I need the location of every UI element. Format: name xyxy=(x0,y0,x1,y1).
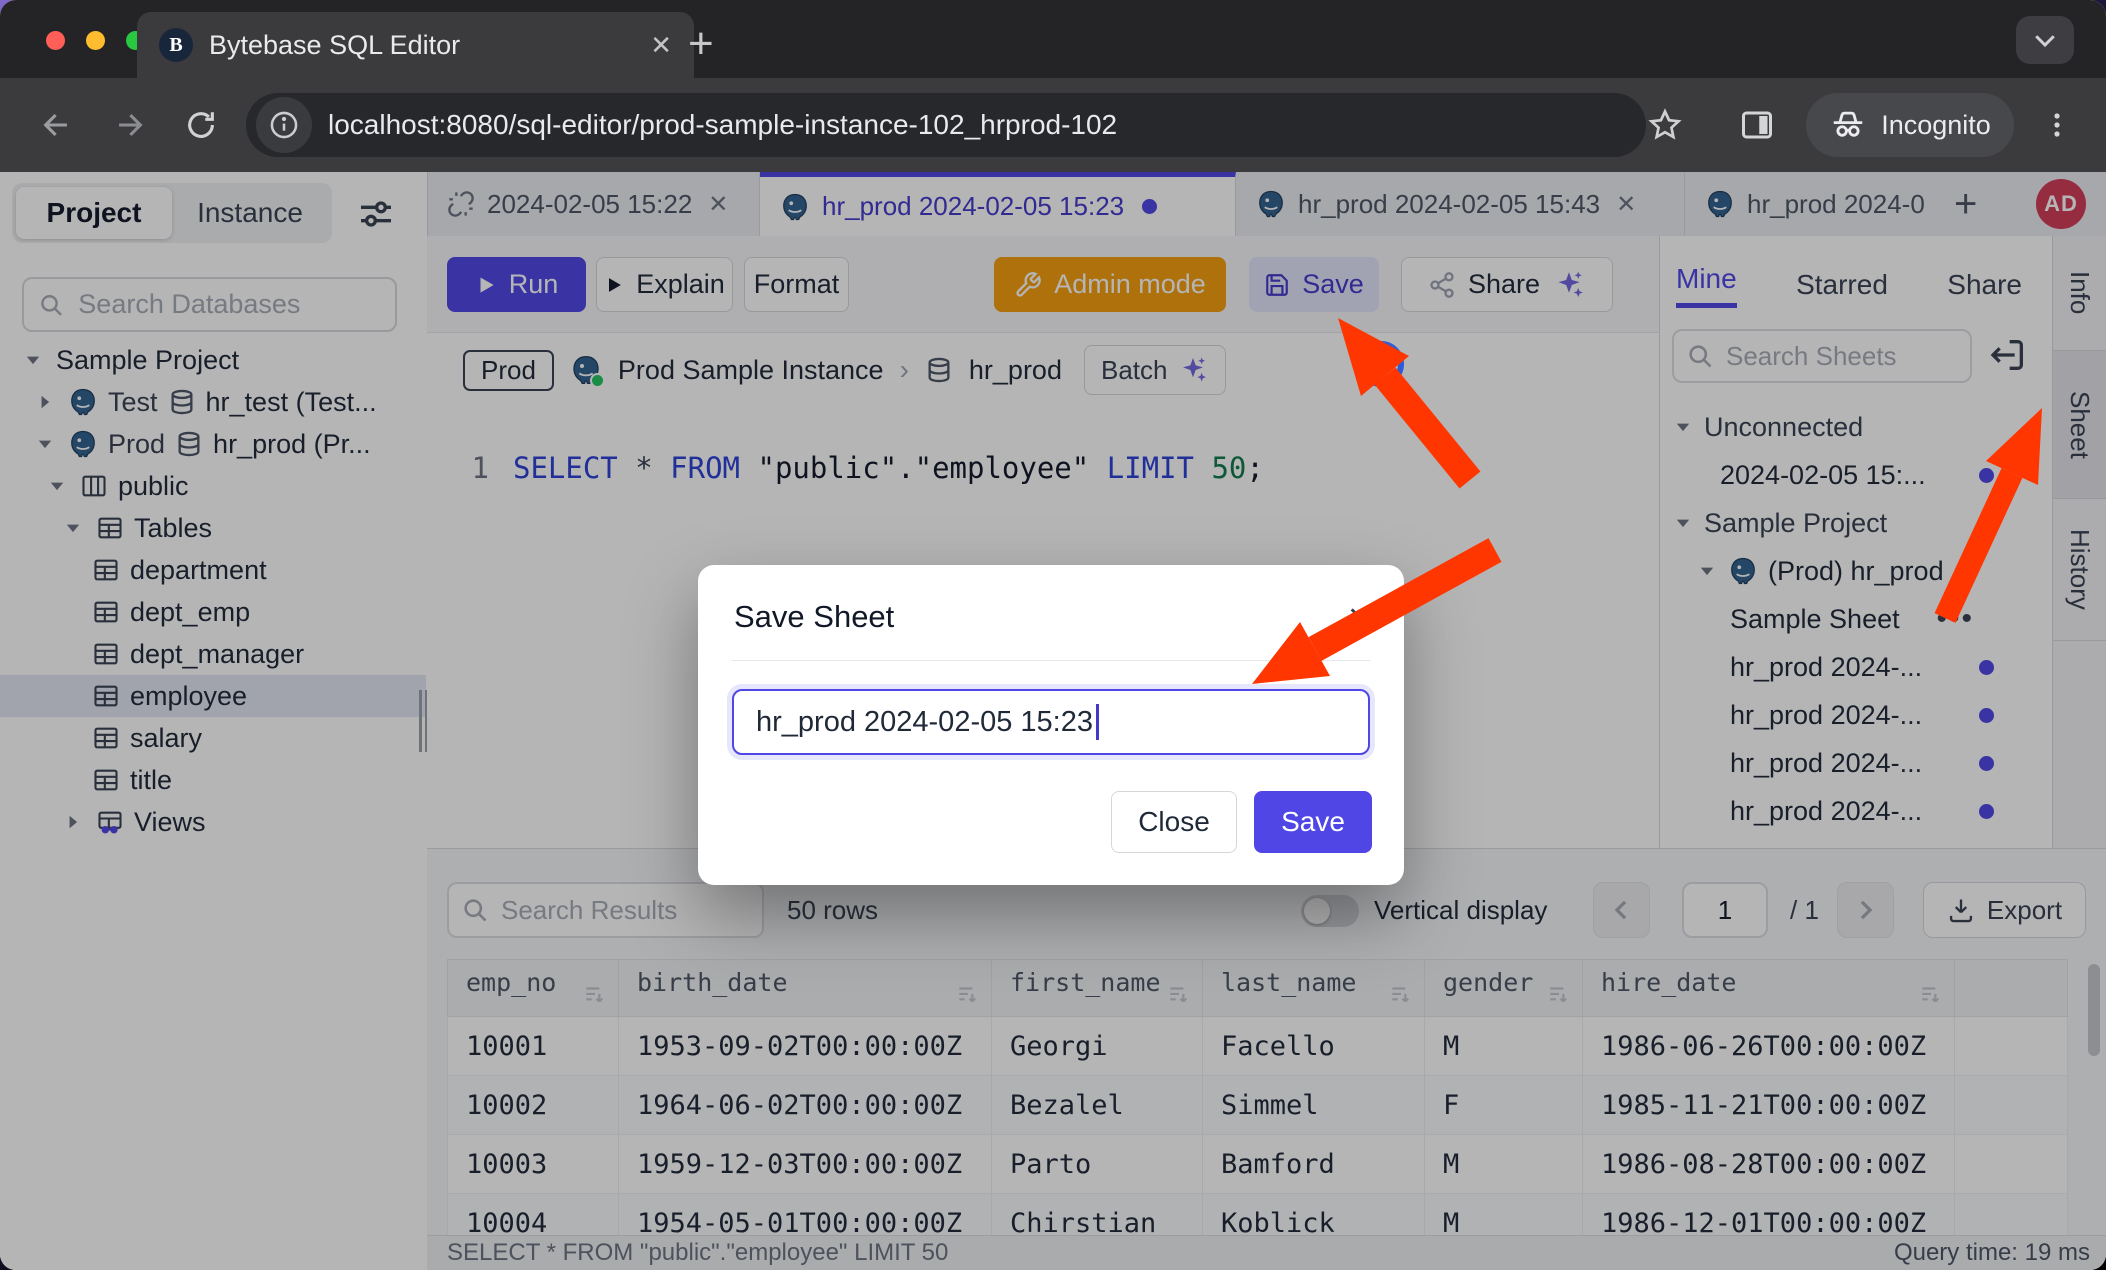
close-tab-icon[interactable]: ✕ xyxy=(650,32,672,58)
close-button[interactable]: Close xyxy=(1111,791,1237,853)
chrome-tab-strip: B Bytebase SQL Editor ✕ + xyxy=(0,0,2106,78)
text-cursor xyxy=(1096,704,1099,740)
sheet-name-input[interactable]: hr_prod 2024-02-05 15:23 xyxy=(732,689,1370,755)
save-sheet-dialog: Save Sheet ✕ hr_prod 2024-02-05 15:23 Cl… xyxy=(698,565,1404,885)
incognito-icon xyxy=(1829,106,1867,144)
site-info-icon[interactable] xyxy=(256,97,312,153)
incognito-label: Incognito xyxy=(1881,110,1991,141)
url-text: localhost:8080/sql-editor/prod-sample-in… xyxy=(328,109,1117,141)
tab-search-button[interactable] xyxy=(2016,16,2074,64)
close-window-button[interactable] xyxy=(46,31,65,50)
browser-window: B Bytebase SQL Editor ✕ + localhost:8080… xyxy=(0,0,2106,1270)
bytebase-favicon: B xyxy=(159,28,193,62)
reload-icon[interactable] xyxy=(176,100,226,150)
dialog-title: Save Sheet xyxy=(734,599,894,635)
close-dialog-icon[interactable]: ✕ xyxy=(1347,601,1372,636)
browser-menu-icon[interactable] xyxy=(2032,100,2082,150)
dialog-save-button[interactable]: Save xyxy=(1254,791,1372,853)
back-icon[interactable] xyxy=(32,100,82,150)
traffic-lights xyxy=(46,31,145,50)
side-panel-icon[interactable] xyxy=(1732,100,1782,150)
browser-tab-title: Bytebase SQL Editor xyxy=(209,30,634,61)
forward-icon[interactable] xyxy=(104,100,154,150)
browser-tab[interactable]: B Bytebase SQL Editor ✕ xyxy=(137,12,694,78)
dialog-divider xyxy=(732,660,1370,661)
minimize-window-button[interactable] xyxy=(86,31,105,50)
new-tab-button[interactable]: + xyxy=(688,14,714,74)
chrome-toolbar: localhost:8080/sql-editor/prod-sample-in… xyxy=(0,78,2106,172)
bookmark-star-icon[interactable] xyxy=(1640,100,1690,150)
incognito-badge: Incognito xyxy=(1806,93,2014,157)
sql-editor-page: 2024-02-05 15:22 ✕ hr_prod 2024-02-05 15… xyxy=(0,172,2106,1270)
address-bar[interactable]: localhost:8080/sql-editor/prod-sample-in… xyxy=(246,93,1646,157)
